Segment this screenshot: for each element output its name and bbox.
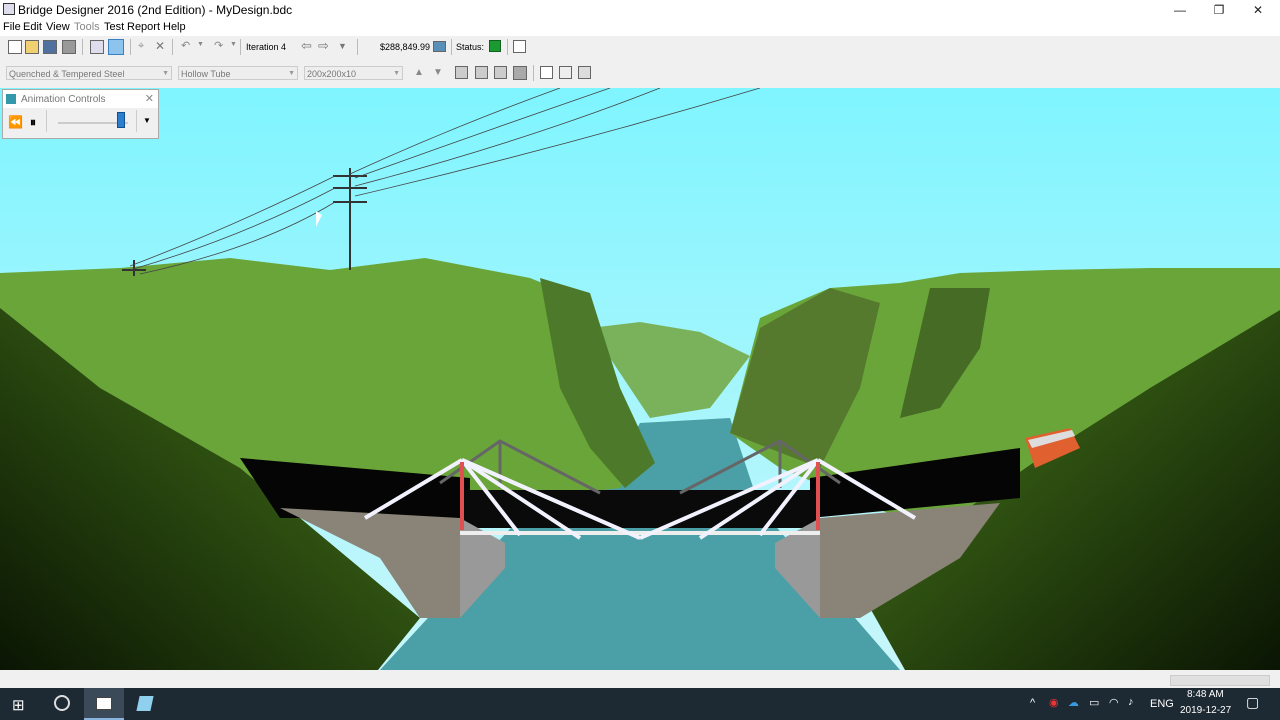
windows-start-icon[interactable]: ⊞ [12,696,25,714]
show-member-list-icon[interactable] [494,66,507,79]
material-select[interactable]: Quenched & Tempered Steel ▼ [6,66,172,80]
clock-date[interactable]: 2019-12-27 [1180,705,1231,716]
minimize-button[interactable]: — [1160,0,1200,20]
obs-icon [54,695,70,711]
notifications-icon[interactable]: ▢ [1246,694,1259,711]
show-labels-icon[interactable] [475,66,488,79]
menu-bar: File Edit View Tools Test Report Help [0,20,1280,36]
chevron-down-icon: ▼ [162,70,169,77]
redo-icon[interactable]: ↷ [214,39,223,52]
menu-tools[interactable]: Tools [74,21,100,33]
panel-separator [136,110,137,132]
onedrive-icon[interactable]: ☁ [1068,696,1079,709]
print-icon[interactable] [62,40,76,54]
3d-animation-view[interactable] [0,88,1280,670]
member-toolbar: Quenched & Tempered Steel ▼ Hollow Tube ▼ … [0,60,1280,86]
delete-icon[interactable]: ✕ [155,39,165,53]
close-button[interactable]: ✕ [1238,0,1278,20]
main-toolbar: ⌖ ✕ ↶ ▼ ↷ ▼ Iteration 4 ⇦ ⇨ ▼ $288,849.9… [0,36,1280,58]
save-icon[interactable] [43,40,57,54]
calculator-icon[interactable] [433,41,446,52]
windows-taskbar: ⊞ ^ ◉ ☁ ▭ ◠ ♪ ENG 8:48 AM 2019-12-27 ▢ [0,688,1280,720]
animation-controls-title: Animation Controls [21,94,106,105]
medium-grid-icon[interactable] [559,66,572,79]
section-select[interactable]: Hollow Tube ▼ [178,66,298,80]
menu-file[interactable]: File [3,21,21,33]
restore-button[interactable]: ❐ [1199,0,1239,20]
menu-report[interactable]: Report [127,21,160,33]
iteration-label: Iteration 4 [246,42,287,52]
material-value: Quenched & Tempered Steel [9,69,125,79]
bridge-scene [0,88,1280,670]
taskbar-app-obs[interactable] [42,688,82,720]
clock-time[interactable]: 8:48 AM [1187,689,1224,700]
menu-view[interactable]: View [46,21,70,33]
animation-controls-panel: Animation Controls ✕ ⏪ ⏸ ▼ [2,89,159,139]
chevron-up-icon[interactable]: ^ [1030,697,1035,709]
previous-iteration-icon[interactable]: ⇦ [301,38,312,54]
horizontal-scrollbar[interactable] [0,670,1280,688]
battery-icon[interactable]: ▭ [1089,696,1099,709]
toolbar-separator [507,39,508,55]
scrollbar-thumb[interactable] [1170,675,1270,686]
toolbar-separator [82,39,83,55]
new-file-icon[interactable] [8,40,22,54]
chevron-down-icon: ▼ [288,70,295,77]
bridge-designer-icon [96,697,112,710]
fine-grid-icon[interactable] [578,66,591,79]
redo-dropdown-icon[interactable]: ▼ [230,41,237,48]
drawing-board-icon[interactable] [90,40,104,54]
app-icon [3,3,15,15]
report-table-icon[interactable] [513,40,526,53]
next-iteration-icon[interactable]: ⇨ [318,38,329,54]
toolbar-separator [451,39,452,55]
toolbar-separator [130,39,131,55]
close-icon[interactable]: ✕ [145,92,154,105]
animation-controls-header: Animation Controls ✕ [3,90,158,108]
mouse-pointer [316,211,322,227]
notepad-icon [136,696,154,711]
coarse-grid-icon[interactable] [540,66,553,79]
iteration-dropdown-icon[interactable]: ▼ [338,41,347,51]
antivirus-icon[interactable]: ◉ [1049,696,1059,709]
show-members-icon[interactable] [455,66,468,79]
increase-size-icon[interactable]: ▲ [414,67,424,78]
panel-separator [46,110,47,132]
load-test-icon[interactable] [108,39,124,55]
undo-icon[interactable]: ↶ [181,39,190,52]
animation-controls-icon [6,94,16,104]
language-indicator[interactable]: ENG [1150,698,1174,710]
cost-value: $288,849.99 [380,42,431,52]
taskbar-app-notepad[interactable] [126,688,166,720]
status-ok-icon[interactable] [489,40,501,52]
pause-icon[interactable]: ⏸ [30,115,36,130]
decrease-size-icon[interactable]: ▼ [433,67,443,78]
speed-slider-thumb[interactable] [117,112,125,128]
select-cursor-icon[interactable]: ⌖ [138,40,144,53]
volume-icon[interactable]: ♪ [1128,696,1134,708]
status-label: Status: [456,42,485,52]
title-bar: Bridge Designer 2016 (2nd Edition) - MyD… [0,0,1280,20]
open-folder-icon[interactable] [25,40,39,54]
menu-edit[interactable]: Edit [23,21,42,33]
size-select[interactable]: 200x200x10 ▼ [304,66,403,80]
show-animation-icon[interactable] [513,66,527,80]
undo-dropdown-icon[interactable]: ▼ [197,41,204,48]
toolbar-separator [172,39,173,55]
menu-test[interactable]: Test [104,21,124,33]
menu-help[interactable]: Help [163,21,186,33]
toolbar-separator [357,39,358,55]
window-title: Bridge Designer 2016 (2nd Edition) - MyD… [18,3,293,17]
toolbar-separator [240,39,241,55]
taskbar-app-bridge-designer[interactable] [84,688,124,720]
options-dropdown-icon[interactable]: ▼ [143,116,151,125]
toolbar-separator [533,65,534,81]
chevron-down-icon: ▼ [393,70,400,77]
wifi-icon[interactable]: ◠ [1109,696,1119,709]
section-value: Hollow Tube [181,69,231,79]
size-value: 200x200x10 [307,69,357,79]
rewind-icon[interactable]: ⏪ [8,115,23,129]
